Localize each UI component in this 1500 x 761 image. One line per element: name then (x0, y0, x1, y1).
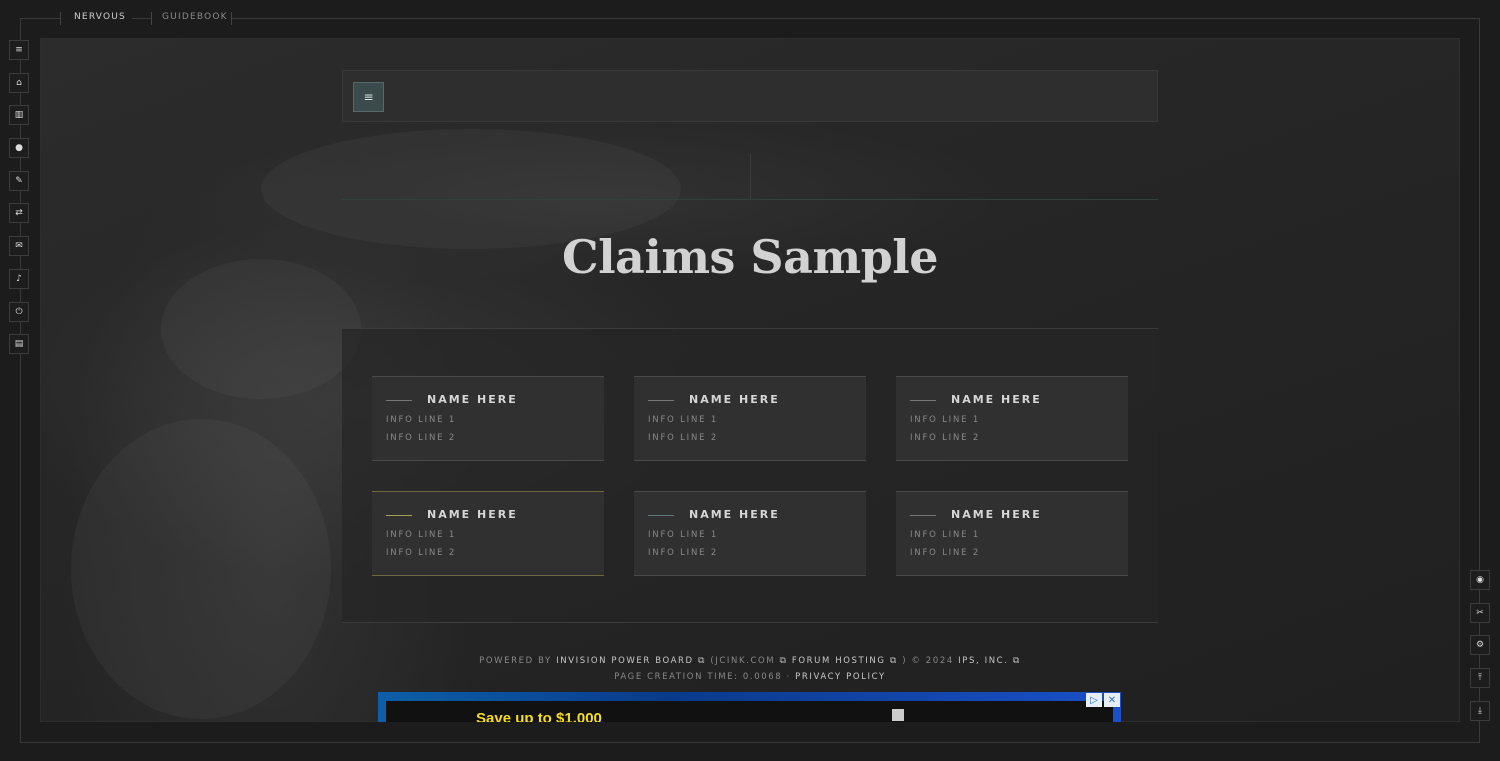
exchange-button[interactable]: ⇄ (9, 203, 29, 224)
ad-info-icon[interactable]: ▷ (1086, 693, 1102, 707)
claim-card: NAME HERE INFO LINE 1 INFO LINE 2 (372, 376, 604, 461)
claims-grid: NAME HERE INFO LINE 1 INFO LINE 2 NAME HERE… (342, 329, 1158, 623)
accent-dash (648, 400, 674, 401)
power-icon: ⏻ (15, 306, 23, 317)
ad-graphic (892, 709, 904, 721)
topnav-link-nervous[interactable]: NERVOUS (74, 12, 126, 22)
ad-close-icon[interactable]: ✕ (1104, 693, 1120, 707)
accent-dash (648, 515, 674, 516)
bell-button[interactable]: ♪ (9, 268, 29, 289)
top-bar: ≡ (342, 70, 1158, 122)
claim-info-2: INFO LINE 2 (386, 548, 457, 558)
page-creation-time: PAGE CREATION TIME: 0.0068 · (614, 672, 791, 682)
ad-banner[interactable]: Save up to $1,000 ▷ ✕ (378, 692, 1121, 722)
claim-info-2: INFO LINE 2 (648, 433, 719, 443)
copyright-label: ) © 2024 (902, 656, 954, 666)
privacy-policy-link[interactable]: PRIVACY POLICY (795, 672, 886, 682)
archive-icon: ▤ (14, 339, 24, 350)
library-button[interactable]: ▥ (9, 105, 29, 126)
footer-meta: PAGE CREATION TIME: 0.0068 · PRIVACY POL… (342, 672, 1158, 682)
archive-button[interactable]: ▤ (9, 334, 29, 355)
tools-icon: ✂ (1476, 607, 1484, 618)
discord-icon: ◉ (1476, 575, 1484, 585)
gear-icon: ⚙ (1475, 640, 1485, 651)
topnav-link-guidebook[interactable]: GUIDEBOOK (162, 12, 228, 22)
menu-icon: ≡ (15, 45, 23, 55)
claim-name: NAME HERE (689, 508, 780, 521)
external-link-icon: ⧉ (889, 656, 898, 666)
user-icon: ● (15, 143, 23, 154)
pencil-icon: ✎ (15, 175, 23, 186)
envelope-button[interactable]: ✉ (9, 236, 29, 257)
page-title: Claims Sample (561, 230, 939, 284)
left-icon-rail: ≡ ⌂ ▥ ● ✎ ⇄ ✉ ♪ ⏻ ▤ (9, 40, 29, 367)
exchange-icon: ⇄ (15, 208, 23, 219)
main-column: ≡ Claims Sample NAME HERE INFO LINE 1 INFO… (342, 70, 1158, 623)
download-icon: ⤓ (1478, 705, 1482, 716)
power-button[interactable]: ⏻ (9, 301, 29, 322)
claim-info-2: INFO LINE 2 (386, 433, 457, 443)
claim-card: NAME HERE INFO LINE 1 INFO LINE 2 (896, 376, 1128, 461)
claim-name: NAME HERE (427, 393, 518, 406)
claim-card: NAME HERE INFO LINE 1 INFO LINE 2 (372, 491, 604, 576)
hamburger-icon: ≡ (363, 90, 374, 104)
claim-info-1: INFO LINE 1 (386, 530, 457, 540)
topnav-divider (151, 12, 152, 25)
footer: POWERED BY INVISION POWER BOARD ⧉ (JCINK… (342, 656, 1158, 682)
claim-card: NAME HERE INFO LINE 1 INFO LINE 2 (634, 376, 866, 461)
discord-button[interactable]: ◉ (1470, 570, 1490, 590)
claim-info-1: INFO LINE 1 (648, 530, 719, 540)
claim-info-2: INFO LINE 2 (648, 548, 719, 558)
ipb-link[interactable]: INVISION POWER BOARD (556, 656, 694, 666)
scroll-top-icon: ⤒ (1478, 673, 1482, 684)
powered-by-label: POWERED BY (479, 656, 552, 666)
envelope-icon: ✉ (15, 241, 23, 252)
accent-dash (386, 515, 412, 516)
accent-dash (910, 515, 936, 516)
topnav-divider (60, 12, 61, 25)
download-button[interactable]: ⤓ (1470, 700, 1490, 721)
forum-hosting-link[interactable]: FORUM HOSTING (792, 656, 886, 666)
right-icon-rail: ◉ ✂ ⚙ ⤒ ⤓ (1470, 570, 1490, 733)
home-button[interactable]: ⌂ (9, 72, 29, 93)
jcink-label: (JCINK.COM (710, 656, 776, 666)
accent-dash (386, 400, 412, 401)
header-divider (342, 199, 1158, 200)
user-button[interactable]: ● (9, 138, 29, 159)
claim-name: NAME HERE (951, 393, 1042, 406)
bell-icon: ♪ (16, 273, 22, 284)
ad-image: Save up to $1,000 (386, 701, 1113, 722)
claim-card: NAME HERE INFO LINE 1 INFO LINE 2 (634, 491, 866, 576)
claim-name: NAME HERE (427, 508, 518, 521)
footer-credits: POWERED BY INVISION POWER BOARD ⧉ (JCINK… (342, 656, 1158, 666)
library-icon: ▥ (14, 110, 24, 121)
ad-text: Save up to $1,000 (476, 710, 602, 722)
claim-info-1: INFO LINE 1 (910, 530, 981, 540)
external-link-icon: ⧉ (698, 656, 707, 666)
claim-info-1: INFO LINE 1 (386, 415, 457, 425)
scroll-top-button[interactable]: ⤒ (1470, 668, 1490, 689)
gear-button[interactable]: ⚙ (1470, 635, 1490, 656)
accent-dash (910, 400, 936, 401)
pencil-button[interactable]: ✎ (9, 170, 29, 191)
claim-info-1: INFO LINE 1 (910, 415, 981, 425)
claim-card: NAME HERE INFO LINE 1 INFO LINE 2 (896, 491, 1128, 576)
claim-info-1: INFO LINE 1 (648, 415, 719, 425)
external-link-icon: ⧉ (779, 656, 788, 666)
ips-link[interactable]: IPS, INC. (958, 656, 1008, 666)
menu-button[interactable]: ≡ (353, 82, 384, 112)
claim-info-2: INFO LINE 2 (910, 433, 981, 443)
frame-top-border (20, 18, 1480, 19)
tools-button[interactable]: ✂ (1470, 602, 1490, 623)
claim-name: NAME HERE (689, 393, 780, 406)
claim-name: NAME HERE (951, 508, 1042, 521)
home-icon: ⌂ (16, 77, 22, 88)
external-link-icon: ⧉ (1012, 656, 1021, 666)
claim-info-2: INFO LINE 2 (910, 548, 981, 558)
topnav-divider (231, 12, 232, 25)
vertical-divider (750, 154, 751, 200)
menu-button[interactable]: ≡ (9, 40, 29, 60)
